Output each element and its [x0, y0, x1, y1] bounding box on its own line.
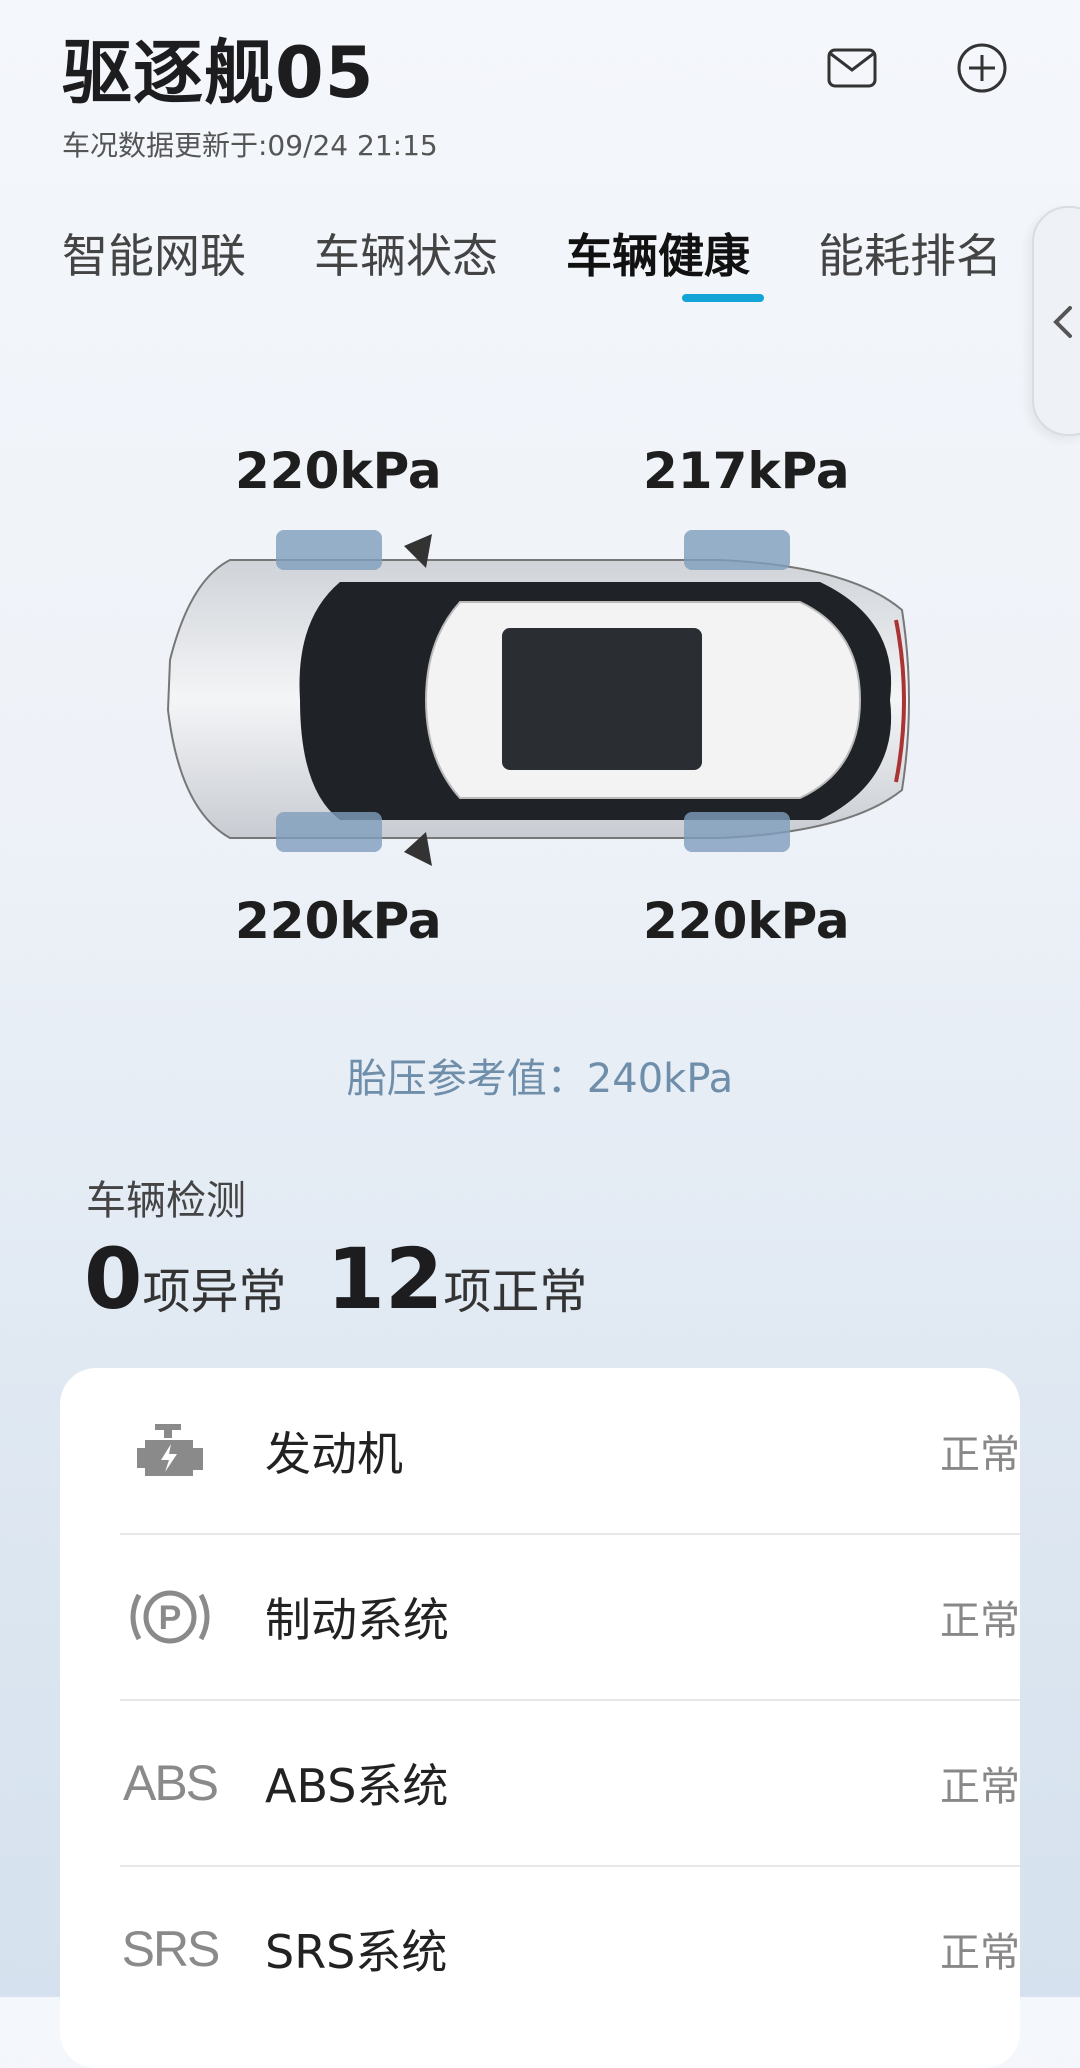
tire-pressure-rear-left: 220kPa	[235, 892, 442, 950]
update-timestamp: 车况数据更新于:09/24 21:15	[62, 129, 438, 162]
list-item-srs[interactable]: SRS SRS系统 正常	[120, 1866, 1020, 2031]
header: 驱逐舰05 车况数据更新于:09/24 21:15	[62, 30, 438, 164]
tire-front-left-marker	[276, 530, 382, 570]
list-item-abs[interactable]: ABS ABS系统 正常	[120, 1700, 1020, 1865]
tire-rear-right-marker	[684, 812, 790, 852]
list-item-label: ABS系统	[265, 1758, 449, 1813]
status-text: 正常	[940, 1431, 1020, 1478]
page-title: 驱逐舰05	[62, 32, 375, 114]
vehicle-detection-label: 车辆检测	[86, 1178, 246, 1224]
list-item-label: SRS系统	[265, 1924, 448, 1979]
list-item-label: 制动系统	[265, 1592, 449, 1647]
side-drawer-handle[interactable]	[1032, 206, 1080, 436]
engine-icon	[120, 1416, 220, 1486]
tab-smart-connect[interactable]: 智能网联	[62, 220, 246, 286]
list-item-brake[interactable]: P 制动系统 正常	[120, 1534, 1020, 1699]
list-item-engine[interactable]: 发动机 正常	[120, 1368, 1020, 1533]
abnormal-count: 0	[84, 1230, 143, 1328]
parking-brake-icon: P	[120, 1582, 220, 1652]
chevron-left-icon	[1053, 306, 1072, 338]
status-text: 正常	[940, 1597, 1020, 1644]
srs-icon: SRS	[121, 1920, 221, 1977]
tire-pressure-front-right: 217kPa	[643, 442, 850, 500]
status-text: 正常	[940, 1763, 1020, 1810]
normal-count: 12	[326, 1230, 444, 1328]
tab-vehicle-health[interactable]: 车辆健康	[566, 220, 750, 286]
car-top-view-image	[166, 530, 910, 866]
tab-energy-ranking[interactable]: 能耗排名	[818, 220, 1002, 286]
tire-rear-left-marker	[276, 812, 382, 852]
abs-icon: ABS	[122, 1754, 219, 1811]
svg-text:P: P	[159, 1599, 182, 1637]
detection-list-card: 发动机 正常 P 制动系统 正常 ABS ABS系统 正常 SRS SRS系统 …	[60, 1368, 1020, 2068]
tire-pressure-reference: 胎压参考值：240kPa	[346, 1056, 734, 1102]
status-text: 正常	[940, 1929, 1020, 1976]
abnormal-label: 项异常	[142, 1264, 287, 1320]
mail-icon[interactable]	[824, 40, 880, 96]
plus-circle-icon[interactable]	[954, 40, 1010, 96]
normal-label: 项正常	[443, 1264, 588, 1320]
tab-vehicle-status[interactable]: 车辆状态	[314, 220, 498, 286]
active-tab-indicator	[682, 294, 764, 302]
tire-front-right-marker	[684, 530, 790, 570]
tire-pressure-rear-right: 220kPa	[643, 892, 850, 950]
detection-summary: 0项异常 12项正常	[84, 1230, 587, 1328]
tab-bar: 智能网联 车辆状态 车辆健康 能耗排名	[62, 220, 1062, 310]
tire-pressure-front-left: 220kPa	[235, 442, 442, 500]
list-item-label: 发动机	[265, 1426, 403, 1481]
